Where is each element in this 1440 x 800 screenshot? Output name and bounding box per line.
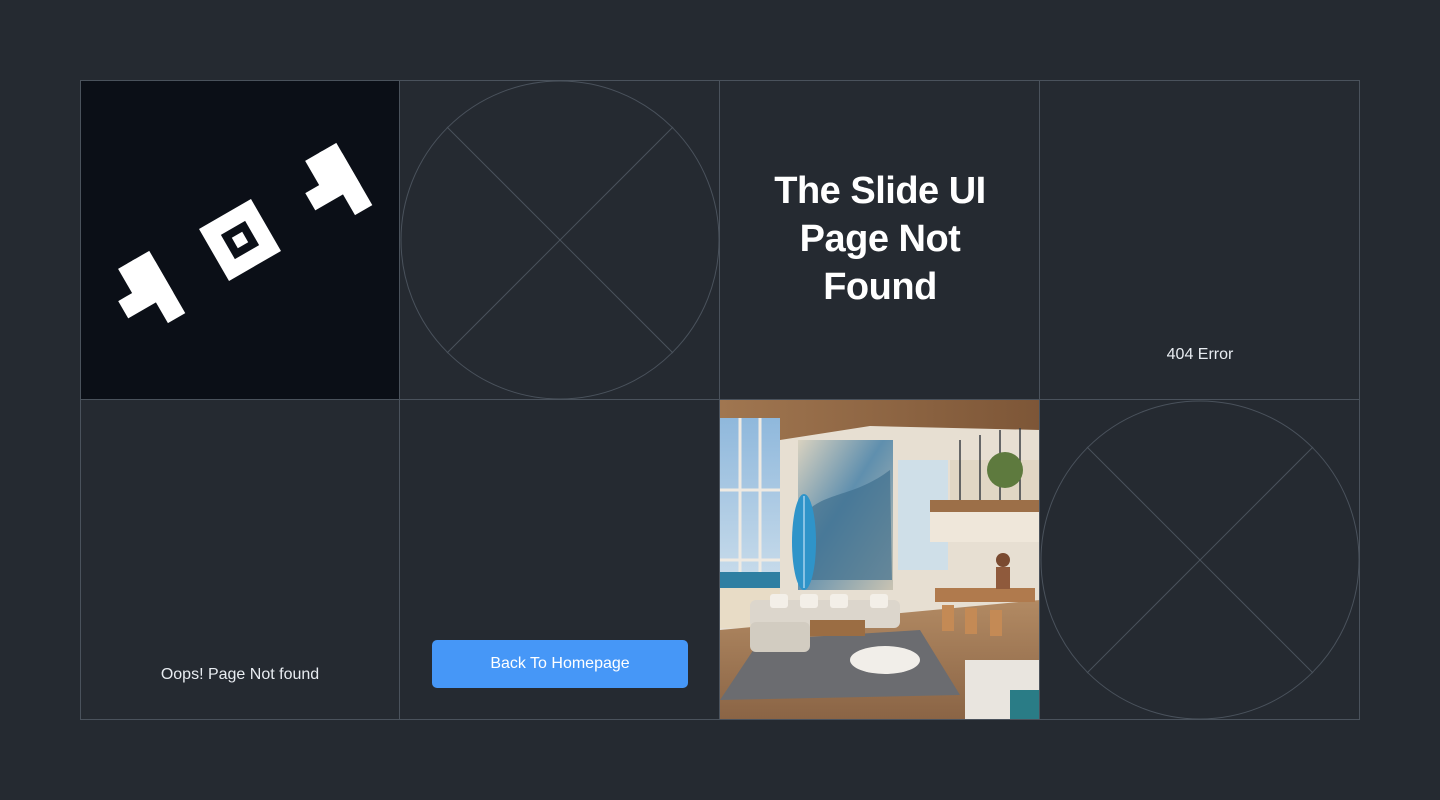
title-tile: The Slide UI Page Not Found bbox=[720, 80, 1040, 400]
404-logo-tile: 404 bbox=[80, 80, 400, 400]
error-grid: 404 The Slide UI Page Not Found 404 Erro… bbox=[80, 80, 1360, 720]
message-tile: Oops! Page Not found bbox=[80, 400, 400, 720]
error-label-tile: 404 Error bbox=[1040, 80, 1360, 400]
button-tile: Back To Homepage bbox=[400, 400, 720, 720]
page-title: The Slide UI Page Not Found bbox=[774, 170, 986, 308]
image-placeholder-icon bbox=[1040, 400, 1360, 720]
error-message: Oops! Page Not found bbox=[160, 666, 320, 683]
error-label: 404 Error bbox=[1166, 346, 1234, 363]
image-placeholder-icon bbox=[400, 80, 720, 400]
back-to-homepage-button[interactable]: Back To Homepage bbox=[432, 640, 688, 688]
404-pixel-logo bbox=[118, 142, 373, 324]
interior-photo bbox=[720, 400, 1040, 720]
